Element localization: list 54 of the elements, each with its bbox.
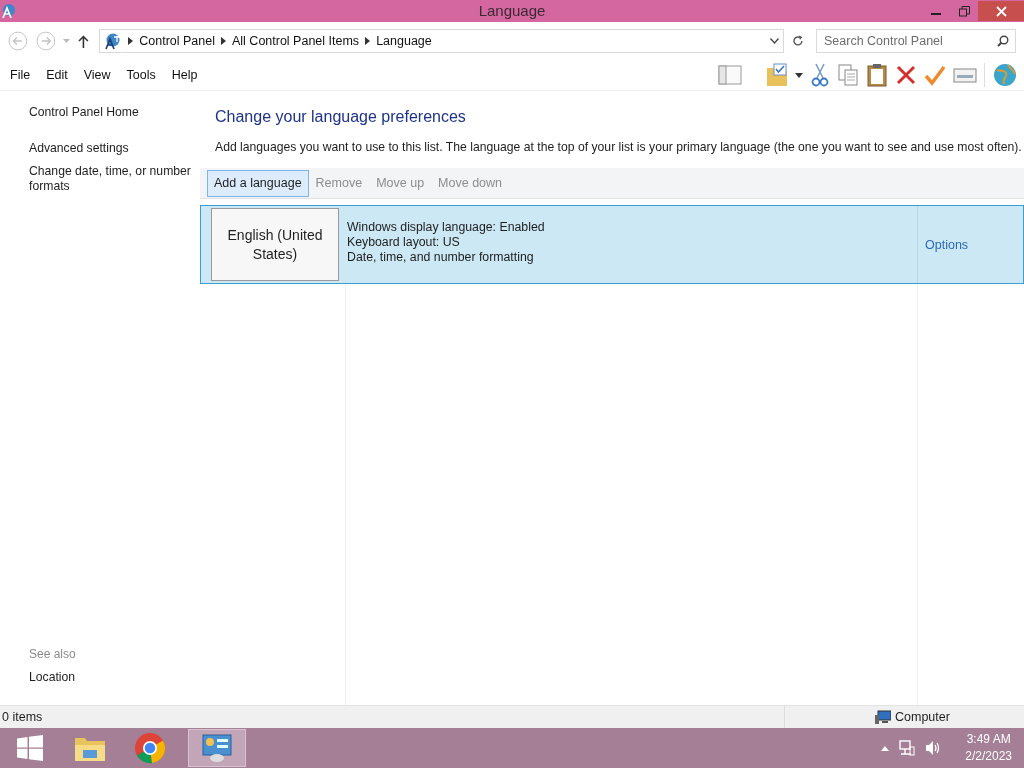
checkmark-icon[interactable] — [924, 64, 946, 86]
tray-caret-icon[interactable] — [881, 745, 890, 751]
windows-logo-icon[interactable] — [17, 735, 43, 761]
language-row[interactable]: English (United States) Windows display language: Enabled Keyboard layout: US Date, time, and number formatting Options — [200, 205, 1024, 284]
toolbar-button[interactable]: Add a language — [207, 169, 309, 197]
language-icon — [104, 32, 123, 50]
menu-item[interactable]: Help — [163, 68, 206, 82]
dropdown-icon[interactable] — [770, 38, 780, 44]
language-detail: Windows display language: Enabled — [347, 220, 546, 235]
breadcrumb[interactable]: Control Panel — [139, 34, 215, 48]
menu-item[interactable]: File — [2, 68, 39, 82]
refresh-icon[interactable] — [792, 35, 804, 47]
language-button[interactable]: English (United States) — [211, 208, 339, 281]
chevron-right-icon — [365, 37, 371, 45]
zone-label: Computer — [895, 710, 950, 724]
search-icon[interactable] — [997, 35, 1009, 47]
close-icon[interactable] — [995, 5, 1007, 17]
see-also-heading: See also — [29, 647, 77, 661]
up-arrow-icon[interactable] — [78, 34, 90, 48]
speaker-icon[interactable] — [925, 740, 942, 756]
restore-icon[interactable] — [958, 5, 970, 17]
sidebar-link[interactable]: Location — [29, 670, 197, 685]
folder-checklist-icon[interactable] — [766, 63, 788, 87]
chevron-right-icon — [221, 37, 226, 45]
layout-pane-icon[interactable] — [718, 64, 742, 86]
language-detail: Date, time, and number formatting — [347, 250, 535, 265]
breadcrumb[interactable]: Language — [376, 34, 432, 48]
description-text: Add languages you want to use to this list. The language at the top of your list is your primary language (the one you want to see and use most often). — [215, 140, 1022, 154]
network-icon[interactable] — [899, 740, 916, 756]
control-panel-icon[interactable] — [202, 733, 232, 763]
chevron-right-icon — [128, 37, 134, 45]
page-heading: Change your language preferences — [215, 108, 466, 126]
breadcrumb[interactable]: All Control Panel Items — [232, 34, 360, 48]
sidebar-link[interactable]: Control Panel Home — [29, 105, 197, 120]
app-icon — [0, 2, 18, 20]
options-link[interactable]: Options — [925, 237, 969, 252]
scissors-icon[interactable] — [810, 63, 830, 87]
computer-icon — [875, 710, 891, 724]
menu-item[interactable]: Tools — [118, 68, 164, 82]
copy-icon[interactable] — [837, 63, 859, 87]
properties-card-icon[interactable] — [953, 65, 977, 85]
clipboard-icon[interactable] — [866, 63, 888, 87]
menu-item[interactable]: View — [75, 68, 119, 82]
item-count: 0 items — [2, 710, 43, 724]
sidebar-link[interactable]: Change date, time, or number formats — [29, 164, 197, 194]
sidebar-link[interactable]: Advanced settings — [29, 141, 197, 156]
search-field[interactable]: Search Control Panel — [816, 29, 1016, 53]
caret-icon[interactable] — [795, 72, 803, 78]
menu-item[interactable]: Edit — [38, 68, 76, 82]
language-detail: Keyboard layout: US — [347, 235, 461, 250]
browser-icon[interactable] — [134, 732, 166, 764]
delete-x-icon[interactable] — [895, 64, 917, 86]
globe-icon[interactable] — [992, 62, 1018, 88]
window-title: Language — [478, 2, 546, 19]
